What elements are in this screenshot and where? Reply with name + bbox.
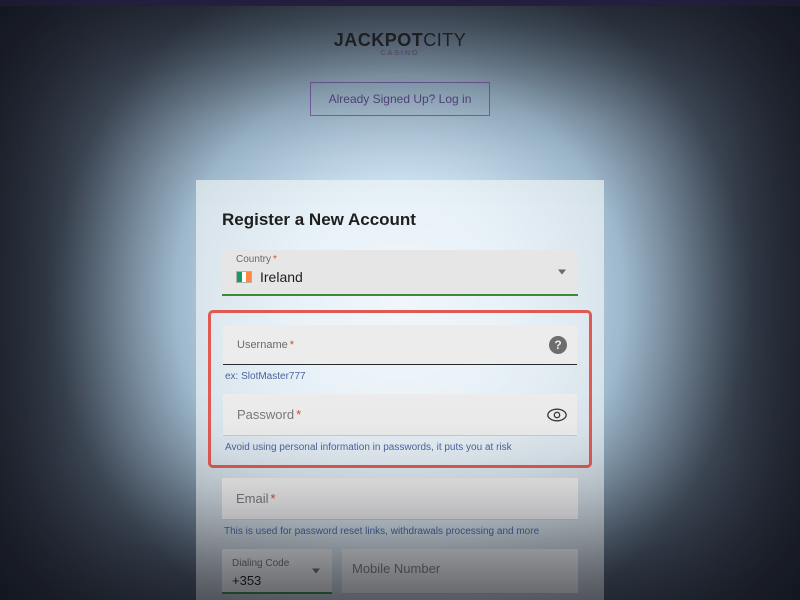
top-accent-bar	[0, 0, 800, 6]
username-helper: ex: SlotMaster777	[225, 371, 577, 382]
phone-row: Dialing Code +353 Mobile Number	[222, 549, 578, 594]
country-select[interactable]: Country* Ireland	[222, 250, 578, 296]
mobile-field[interactable]: Mobile Number	[342, 549, 578, 594]
password-helper: Avoid using personal information in pass…	[225, 442, 577, 453]
required-asterisk: *	[296, 407, 301, 422]
dialing-code-select[interactable]: Dialing Code +353	[222, 549, 332, 594]
country-value: Ireland	[260, 269, 303, 285]
register-panel: Register a New Account Country* Ireland …	[196, 180, 604, 600]
password-label: Password	[237, 407, 294, 422]
eye-icon[interactable]	[547, 408, 567, 422]
email-helper: This is used for password reset links, w…	[224, 526, 578, 537]
email-label: Email	[236, 491, 269, 506]
logo-tagline: CASINO	[334, 50, 467, 57]
help-icon[interactable]: ?	[549, 336, 567, 354]
username-field[interactable]: Username* ?	[223, 325, 577, 365]
logo-sub: CITY	[423, 30, 466, 50]
chevron-down-icon	[558, 270, 566, 275]
ireland-flag-icon	[236, 271, 252, 283]
required-asterisk: *	[273, 254, 277, 265]
register-title: Register a New Account	[222, 210, 578, 230]
username-label: Username	[237, 339, 288, 351]
dialing-value: +353	[232, 573, 322, 588]
required-asterisk: *	[271, 491, 276, 506]
chevron-down-icon	[312, 568, 320, 573]
password-field[interactable]: Password*	[223, 394, 577, 436]
logo-main: JACKPOT	[334, 30, 424, 50]
brand-logo: JACKPOTCITY CASINO	[334, 30, 467, 57]
country-label: Country	[236, 254, 271, 265]
mobile-placeholder: Mobile Number	[352, 561, 440, 576]
required-asterisk: *	[290, 339, 294, 351]
email-field[interactable]: Email*	[222, 478, 578, 520]
login-button[interactable]: Already Signed Up? Log in	[310, 82, 490, 116]
credentials-highlight: Username* ? ex: SlotMaster777 Password* …	[208, 310, 592, 468]
dialing-label: Dialing Code	[232, 558, 289, 569]
